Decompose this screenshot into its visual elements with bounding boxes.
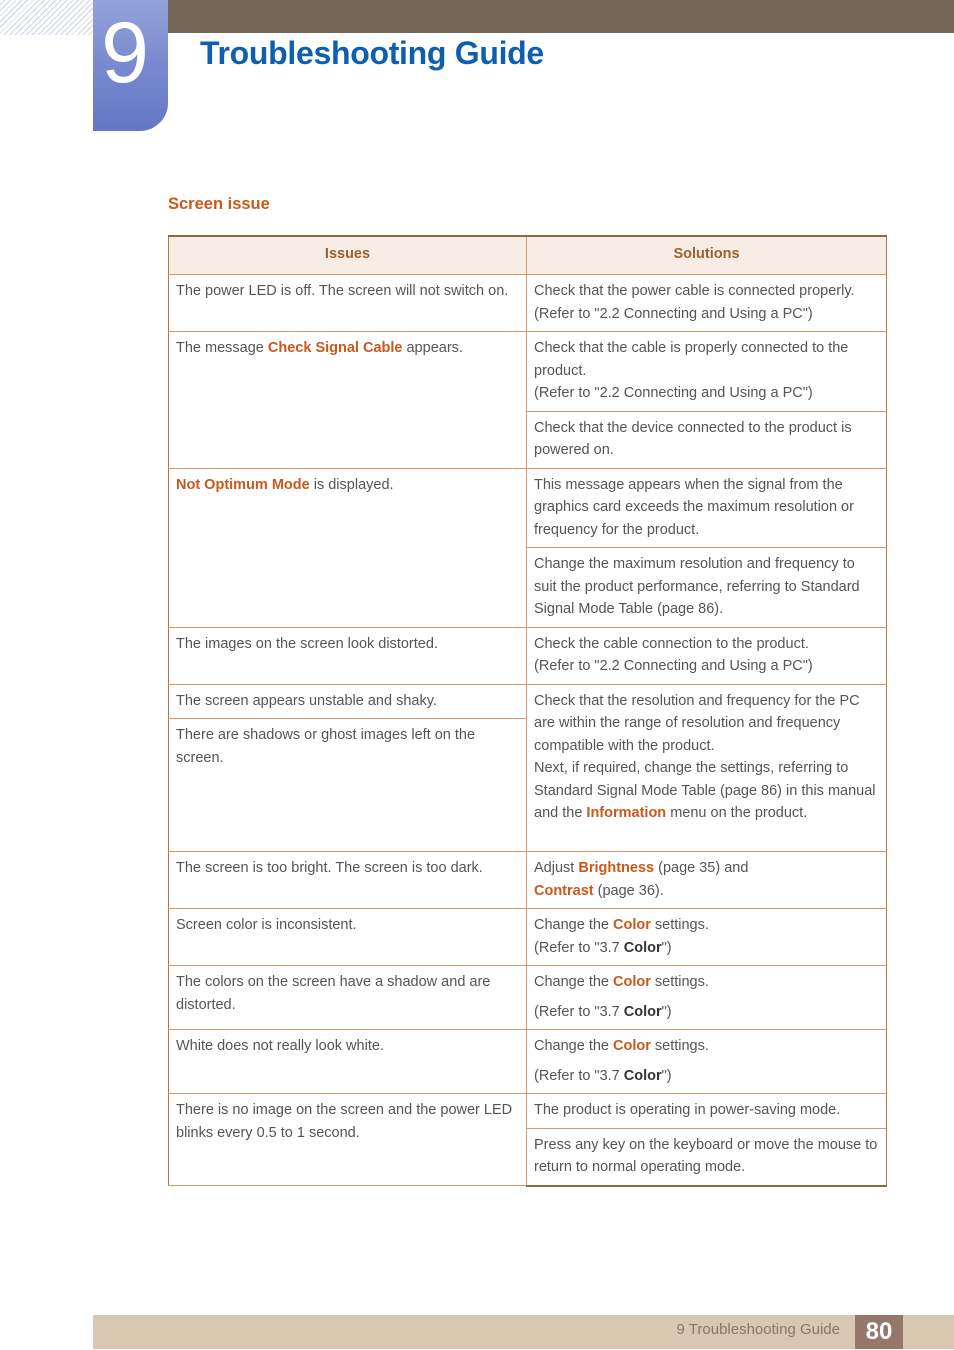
solution-text: (page 35) and (654, 860, 749, 876)
solution-line: Check the cable connection to the produc… (534, 635, 809, 652)
solution-text: (Refer to "3.7 (534, 1067, 624, 1084)
column-header-solutions: Solutions (526, 235, 887, 275)
solution-text: settings. (650, 917, 709, 933)
highlight-term: Not Optimum Mode (176, 476, 310, 493)
issue-text: is displayed. (309, 476, 394, 493)
issue-text: appears. (402, 340, 463, 356)
highlight-term: Information (586, 805, 667, 821)
solution-cell: Press any key on the keyboard or move th… (526, 1127, 887, 1187)
table-row: The message Check Signal Cable appears. … (168, 331, 887, 469)
page-number: 80 (855, 1315, 903, 1349)
issue-cell: The message Check Signal Cable appears. (168, 331, 527, 469)
solution-text: Adjust (534, 860, 579, 876)
solution-text: Change the (534, 974, 614, 990)
issue-cell: There is no image on the screen and the … (168, 1093, 527, 1186)
table-row: The images on the screen look distorted.… (168, 626, 887, 685)
solution-reference: (Refer to "3.7 Color") (534, 1065, 879, 1088)
column-header-issues: Issues (168, 235, 527, 275)
solution-cell: Adjust Brightness (page 35) and Contrast… (526, 851, 887, 909)
page-title: Troubleshooting Guide (200, 35, 544, 71)
chapter-number: 9 (101, 5, 149, 101)
solution-cell: The product is operating in power-saving… (526, 1093, 887, 1129)
solution-cell: Change the Color settings. (Refer to "3.… (526, 908, 887, 966)
solution-line: Check that the cable is properly connect… (534, 340, 849, 379)
issue-cell: Screen color is inconsistent. (168, 908, 527, 966)
solution-line: Change the Color settings. (534, 1035, 879, 1058)
issue-cell: The colors on the screen have a shadow a… (168, 965, 527, 1030)
solution-text: Change the (534, 917, 614, 933)
solution-text: Change the (534, 1038, 614, 1054)
solution-reference: (Refer to "3.7 Color") (534, 1001, 879, 1024)
header-band (168, 0, 954, 33)
table-header-row: Issues Solutions (168, 235, 887, 275)
section-title: Screen issue (168, 195, 270, 213)
highlight-term: Brightness (578, 860, 655, 876)
chapter-tab: 9 (93, 0, 168, 131)
solution-line: Change the Color settings. (534, 971, 879, 994)
table-row: Screen color is inconsistent. Change the… (168, 908, 887, 966)
solution-text: settings. (650, 1038, 709, 1054)
solution-line: Contrast (page 36). (534, 880, 879, 903)
solution-text: settings. (650, 974, 709, 990)
solution-line: Adjust Brightness (page 35) and (534, 857, 879, 880)
solution-line: Check that the power cable is connected … (534, 283, 855, 299)
solution-cell: This message appears when the signal fro… (526, 467, 887, 548)
solution-cell: Change the maximum resolution and freque… (526, 547, 887, 628)
solution-cell: Check that the cable is properly connect… (526, 331, 887, 412)
solution-cell: Check that the power cable is connected … (526, 274, 887, 332)
highlight-term: Color (613, 1038, 651, 1054)
solution-line: Change the Color settings. (534, 914, 879, 937)
solution-cell: Check that the device connected to the p… (526, 410, 887, 469)
reference-term: Color (623, 1067, 662, 1084)
issue-cell: Not Optimum Mode is displayed. (168, 467, 527, 628)
solution-text: (Refer to "3.7 (534, 1003, 624, 1020)
solution-line: Check that the resolution and frequency … (534, 692, 860, 754)
footer-bar: 9 Troubleshooting Guide 80 (93, 1315, 954, 1349)
solution-cell: Change the Color settings. (Refer to "3.… (526, 965, 887, 1030)
table-row: The power LED is off. The screen will no… (168, 274, 887, 332)
issue-text: The message (176, 340, 268, 356)
solution-reference: (Refer to "2.2 Connecting and Using a PC… (534, 658, 813, 674)
solution-reference: (Refer to "3.7 Color") (534, 937, 879, 960)
solution-cell: Change the Color settings. (Refer to "3.… (526, 1029, 887, 1094)
table-row: White does not really look white. Change… (168, 1029, 887, 1094)
table-row: The colors on the screen have a shadow a… (168, 965, 887, 1030)
solution-text: ") (661, 1067, 672, 1084)
troubleshooting-table: Issues Solutions The power LED is off. T… (168, 235, 887, 1187)
solution-cell: Check the cable connection to the produc… (526, 626, 887, 685)
reference-term: Color (623, 939, 662, 956)
solution-line: Next, if required, change the settings, … (534, 757, 879, 825)
issue-cell: The screen is too bright. The screen is … (168, 851, 527, 909)
table-row: There is no image on the screen and the … (168, 1093, 887, 1186)
issue-cell: The screen appears unstable and shaky. (168, 683, 527, 719)
solution-reference: (Refer to "2.2 Connecting and Using a PC… (534, 305, 813, 322)
table-row: The screen is too bright. The screen is … (168, 851, 887, 909)
solution-text: menu on the product. (666, 805, 808, 821)
highlight-term: Color (613, 917, 651, 933)
highlight-term: Color (613, 974, 651, 990)
issue-cell: There are shadows or ghost images left o… (168, 718, 527, 852)
reference-term: Color (623, 1003, 662, 1020)
footer-chapter-label: 9 Troubleshooting Guide (676, 1321, 840, 1338)
solution-text: ") (661, 1003, 672, 1020)
issue-cell: The power LED is off. The screen will no… (168, 274, 527, 332)
issue-cell: White does not really look white. (168, 1029, 527, 1094)
solution-text: (Refer to "3.7 (534, 939, 624, 956)
highlight-term: Check Signal Cable (267, 340, 403, 356)
table-row: The screen appears unstable and shaky. C… (168, 683, 887, 852)
issue-cell: The images on the screen look distorted. (168, 626, 527, 685)
solution-text: (page 36). (593, 882, 664, 899)
highlight-term: Contrast (534, 882, 594, 899)
solution-cell: Check that the resolution and frequency … (526, 683, 887, 852)
solution-text: ") (661, 939, 672, 956)
table-row: Not Optimum Mode is displayed. This mess… (168, 467, 887, 628)
decorative-hatch (0, 0, 93, 35)
solution-reference: (Refer to "2.2 Connecting and Using a PC… (534, 385, 813, 401)
